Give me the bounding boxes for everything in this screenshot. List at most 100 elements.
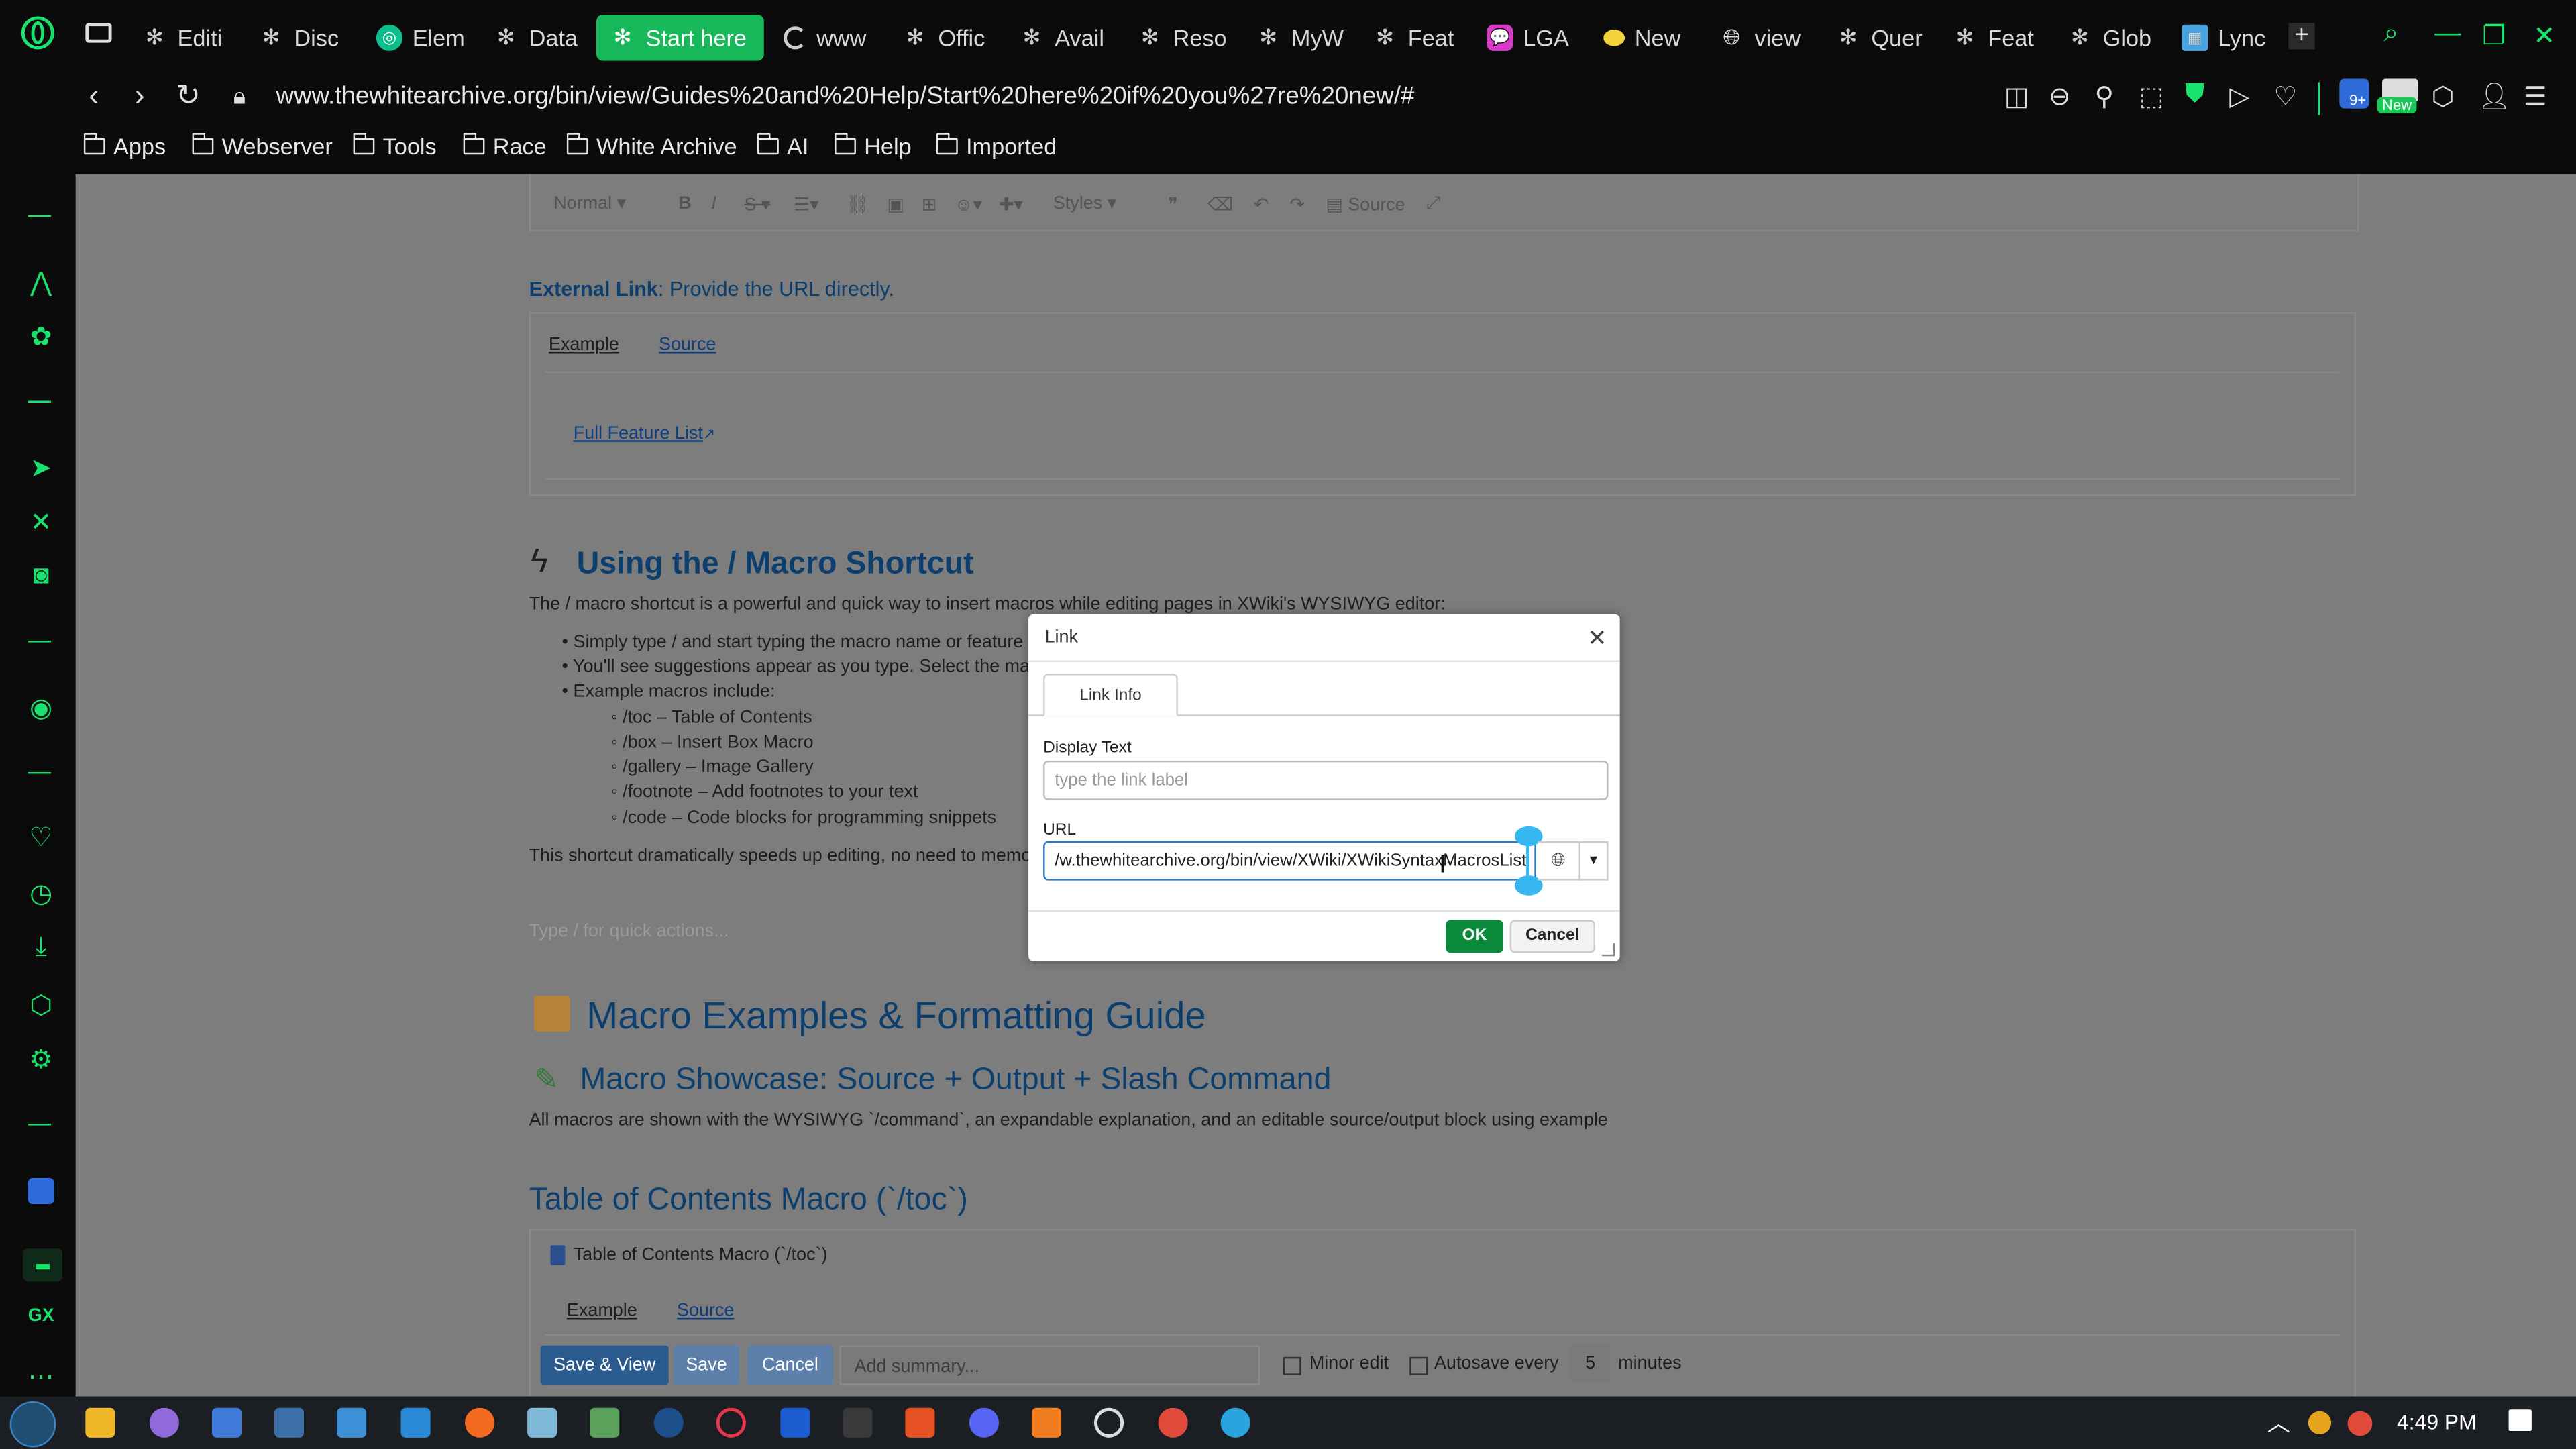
back-icon[interactable]: ‹ — [89, 79, 99, 113]
firefox-icon[interactable] — [465, 1407, 495, 1438]
heart-icon[interactable]: ♡ — [2273, 80, 2297, 113]
settings-icon[interactable]: ⚙ — [23, 1043, 59, 1076]
image-icon[interactable]: ▣ — [887, 194, 904, 215]
steam-icon[interactable] — [653, 1407, 684, 1438]
spotify-icon[interactable]: ◉ — [23, 692, 59, 724]
opera-gx-taskbar-icon[interactable] — [716, 1407, 746, 1438]
tab-lync[interactable]: ▦ Lync — [2182, 16, 2270, 59]
brave-icon[interactable] — [905, 1407, 935, 1438]
send-icon[interactable]: ▷ — [2229, 80, 2249, 113]
bookmark-apps[interactable]: Apps — [83, 133, 166, 160]
bookmark-webserver[interactable]: Webserver — [191, 133, 333, 160]
toc-source-tab[interactable]: Source — [677, 1301, 734, 1321]
forward-icon[interactable]: › — [135, 79, 145, 113]
tab-global[interactable]: ✻ Glob — [2067, 16, 2155, 59]
example-tab[interactable]: Example — [549, 335, 619, 355]
chevron-down-icon[interactable]: ▼ — [1580, 841, 1609, 881]
tab-myw[interactable]: ✻ MyW — [1255, 16, 1344, 59]
tab-element[interactable]: ◎ Elem — [376, 16, 465, 59]
search-icon[interactable]: ⌕ — [2383, 19, 2398, 49]
tab-link-info[interactable]: Link Info — [1043, 674, 1178, 716]
telegram-icon[interactable]: ➤ — [23, 451, 59, 484]
emoji-icon[interactable]: ☺▾ — [955, 194, 982, 215]
tab-workspaces-icon[interactable] — [85, 23, 112, 43]
tool-icon[interactable] — [337, 1407, 367, 1438]
quote-icon[interactable]: ❞ — [1168, 194, 1178, 215]
cancel-button[interactable]: Cancel — [747, 1345, 833, 1385]
extensions-icon[interactable]: ⬡ — [23, 989, 59, 1022]
tab-start-here[interactable]: ✻ Start here — [596, 15, 764, 61]
vscode-icon[interactable] — [400, 1407, 431, 1438]
more-icon[interactable]: ⋯ — [23, 1360, 59, 1393]
bookmark-ai[interactable]: AI — [756, 133, 808, 160]
insert-icon[interactable]: ✚▾ — [999, 194, 1023, 215]
aria-app-icon[interactable] — [149, 1407, 179, 1438]
reload-icon[interactable]: ↻ — [176, 79, 201, 113]
zoom-icon[interactable]: ⊖ — [2049, 80, 2071, 113]
undo-icon[interactable]: ↶ — [1254, 194, 1269, 215]
download-icon[interactable]: ⤓ — [23, 933, 59, 963]
powershell-icon[interactable] — [211, 1407, 242, 1438]
notepad-icon[interactable] — [527, 1407, 557, 1438]
app-orange-icon[interactable] — [1031, 1407, 1062, 1438]
list-icon[interactable]: ☰▾ — [794, 194, 819, 215]
autosave-checkbox[interactable] — [1409, 1356, 1428, 1375]
close-window-icon[interactable]: ✕ — [2533, 19, 2555, 52]
summary-input[interactable]: Add summary... — [839, 1345, 1260, 1385]
save-view-button[interactable]: Save & View — [540, 1345, 669, 1385]
bookmark-race[interactable]: Race — [462, 133, 547, 160]
resize-handle-icon[interactable] — [1601, 943, 1615, 957]
minimize-icon[interactable]: — — [2434, 19, 2461, 49]
lock-icon[interactable]: 🔒︎ — [233, 82, 246, 110]
tab-features[interactable]: ✻ Feat — [1372, 16, 1460, 59]
discord-taskbar-icon[interactable] — [969, 1407, 999, 1438]
pin-icon[interactable]: ⚲ — [2094, 80, 2114, 113]
close-icon[interactable]: ✕ — [1587, 625, 1607, 653]
discord-icon[interactable]: ◙ — [23, 562, 59, 592]
x-twitter-icon[interactable]: ✕ — [23, 506, 59, 539]
tab-query[interactable]: ✻ Quer — [1835, 16, 1924, 59]
chatgpt-icon[interactable]: ✿ — [23, 321, 59, 354]
telegram-taskbar-icon[interactable] — [1220, 1407, 1250, 1438]
tab-resources[interactable]: ✻ Reso — [1137, 16, 1226, 59]
tray-chevron-up-icon[interactable]: ︿ — [2267, 1406, 2290, 1439]
url-input[interactable]: www.thewhitearchive.org/bin/view/Guides%… — [276, 82, 1414, 110]
network-icon[interactable] — [274, 1407, 305, 1438]
app-icon[interactable] — [843, 1407, 873, 1438]
save-button[interactable]: Save — [674, 1345, 740, 1385]
quick-actions-placeholder[interactable]: Type / for quick actions... — [529, 922, 729, 941]
search-tray-icon[interactable] — [2308, 1411, 2332, 1434]
gx-control-icon[interactable]: ▂ — [23, 1248, 63, 1282]
bold-icon[interactable]: B — [678, 194, 691, 213]
bookmark-white-archive[interactable]: White Archive — [566, 133, 737, 160]
sidebar-notification-icon[interactable] — [28, 1177, 54, 1205]
dialog-cancel-button[interactable]: Cancel — [1509, 920, 1595, 953]
bookmark-imported[interactable]: Imported — [935, 133, 1057, 160]
tab-data[interactable]: ✻ Data — [493, 16, 582, 59]
heart-icon[interactable]: ♡ — [23, 821, 59, 854]
spreadsheet-icon[interactable] — [590, 1407, 620, 1438]
menu-icon[interactable]: ☰ — [2524, 80, 2547, 113]
redo-icon[interactable]: ↷ — [1289, 194, 1305, 215]
gx-icon[interactable]: GX — [23, 1306, 59, 1326]
bitwarden-icon[interactable] — [780, 1407, 810, 1438]
url-input[interactable]: /w.thewhitearchive.org/bin/view/XWiki/XW… — [1043, 841, 1536, 881]
chrome-tray-icon[interactable] — [2347, 1411, 2373, 1436]
link-icon[interactable]: ⛓ — [846, 194, 869, 215]
history-icon[interactable]: ◷ — [23, 877, 59, 910]
tab-editing[interactable]: ✻ Editi — [142, 16, 230, 59]
chrome-icon[interactable] — [1158, 1407, 1188, 1438]
shield-icon[interactable]: ⛊ — [2185, 80, 2204, 110]
extensions-icon[interactable]: ⬡ — [2431, 80, 2454, 113]
profile-icon[interactable]: 👤︎ — [2477, 80, 2511, 113]
snapshot-icon[interactable]: ⬚ — [2139, 80, 2164, 113]
tab-www[interactable]: www — [784, 16, 872, 59]
tab-view[interactable]: 🌐︎ view — [1719, 16, 1807, 59]
table-icon[interactable]: ⊞ — [922, 194, 937, 215]
start-button[interactable] — [9, 1401, 56, 1448]
link-type-globe-icon[interactable]: 🌐︎ — [1538, 841, 1580, 881]
toc-example-tab[interactable]: Example — [567, 1301, 637, 1321]
bookmark-tools[interactable]: Tools — [352, 133, 437, 160]
file-explorer-icon[interactable] — [85, 1407, 115, 1438]
fullscreen-icon[interactable]: ⤢ — [1426, 194, 1441, 215]
